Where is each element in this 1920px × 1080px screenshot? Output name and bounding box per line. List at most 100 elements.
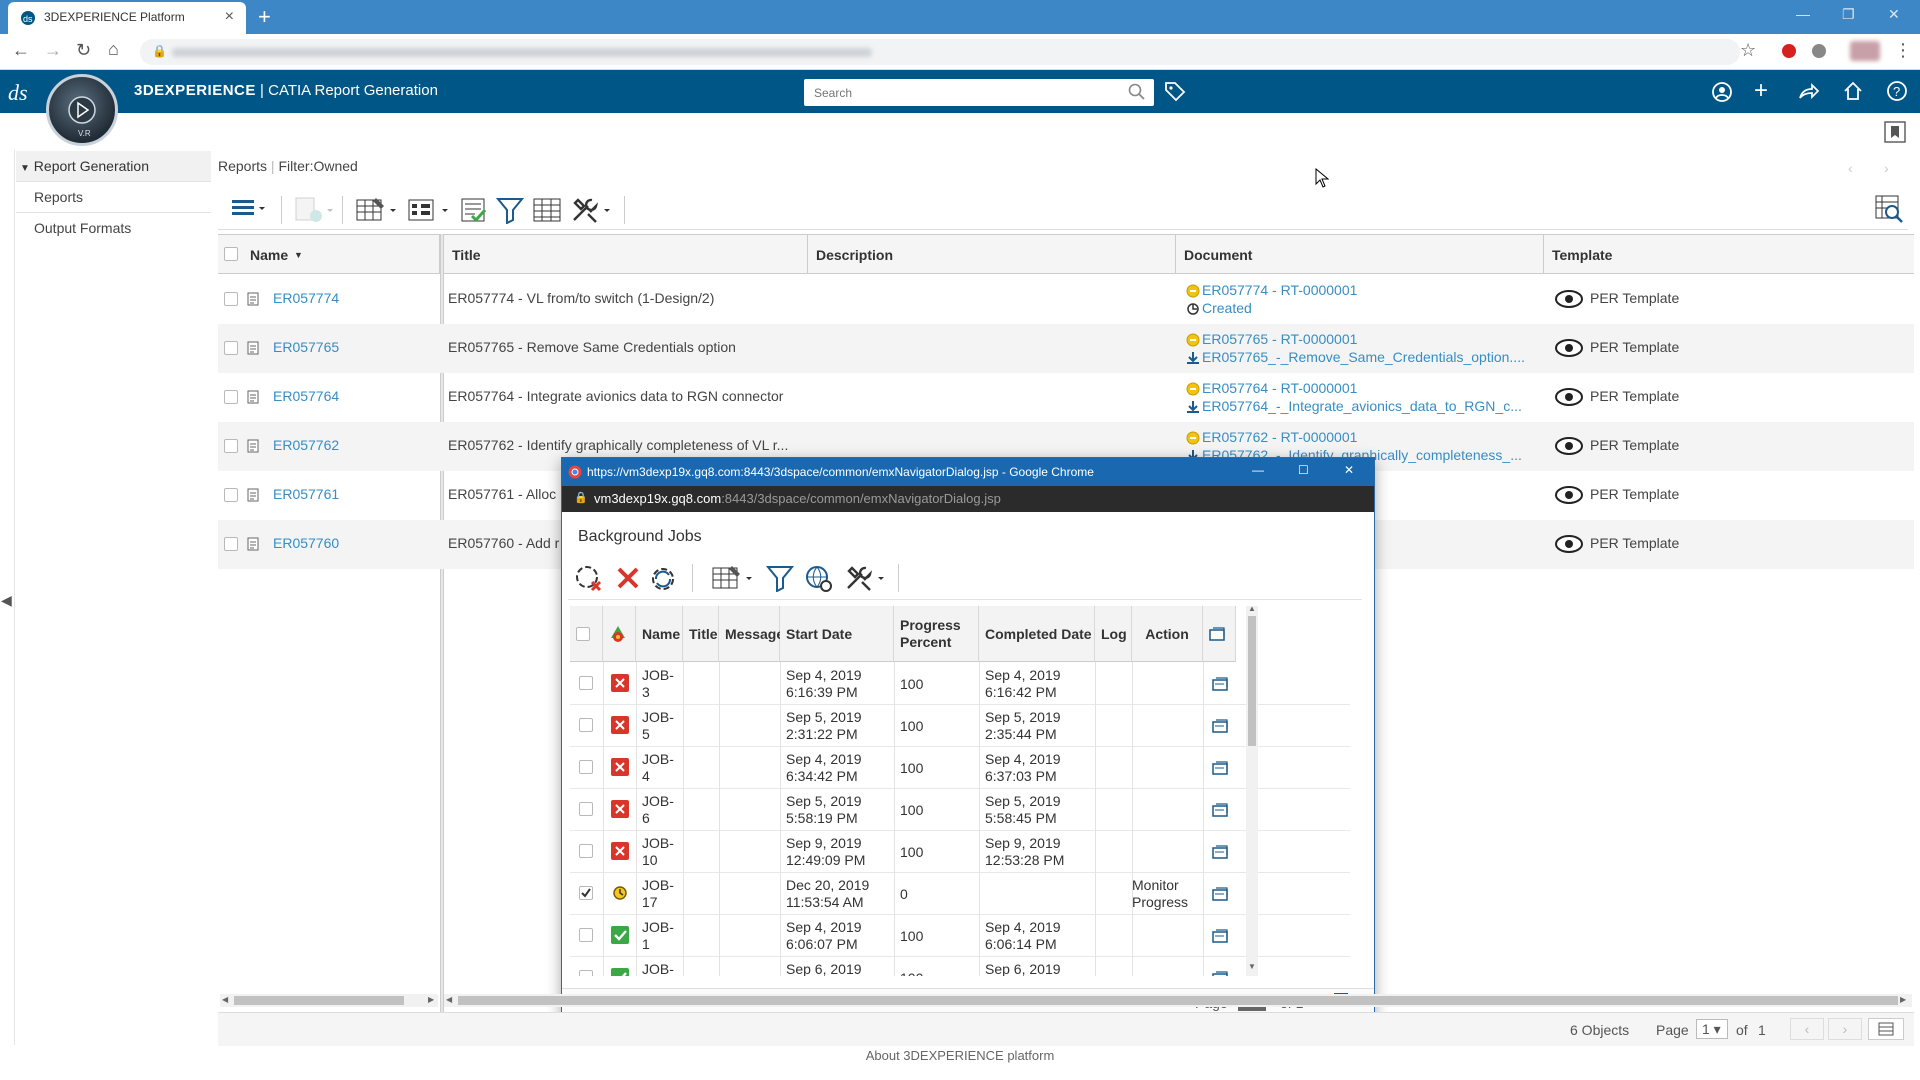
job-details-icon[interactable] bbox=[1212, 761, 1228, 775]
prev-icon[interactable]: ‹ bbox=[1848, 160, 1853, 176]
table-row[interactable]: ER057765 ER057765 - Remove Same Credentia… bbox=[218, 324, 1914, 373]
column-header-progress[interactable]: Progress Percent bbox=[894, 606, 979, 662]
ds-logo-icon[interactable]: ds bbox=[8, 78, 38, 106]
jobs-scrollbar[interactable]: ▲ ▼ bbox=[1246, 606, 1258, 976]
report-name-link[interactable]: ER057764 bbox=[273, 388, 339, 404]
profile-avatar[interactable] bbox=[1850, 41, 1880, 61]
row-checkbox[interactable] bbox=[224, 341, 238, 355]
row-checkbox[interactable] bbox=[224, 439, 238, 453]
job-name-link[interactable]: JOB- 4 bbox=[642, 751, 674, 785]
tools-icon[interactable] bbox=[844, 564, 888, 592]
job-checkbox[interactable] bbox=[579, 718, 593, 732]
delete-job-icon[interactable] bbox=[574, 564, 604, 594]
column-header-title[interactable]: Title bbox=[444, 234, 808, 274]
eye-icon[interactable] bbox=[1554, 485, 1584, 505]
home-icon[interactable]: ⌂ bbox=[108, 39, 119, 60]
browser-menu-icon[interactable]: ⋮ bbox=[1894, 40, 1912, 61]
row-checkbox[interactable] bbox=[224, 390, 238, 404]
job-row[interactable]: JOB- 5 Sep 5, 2019 2:31:22 PM 100 Sep 5, 2019… bbox=[570, 705, 1350, 747]
job-row[interactable]: JOB- 4 Sep 4, 2019 6:34:42 PM 100 Sep 4, 2019… bbox=[570, 747, 1350, 789]
table-row[interactable]: ER057764 ER057764 - Integrate avionics da… bbox=[218, 373, 1914, 422]
maximize-icon[interactable]: ❐ bbox=[1842, 6, 1855, 23]
job-checkbox[interactable] bbox=[579, 970, 593, 976]
close-window-icon[interactable]: ✕ bbox=[1888, 6, 1900, 23]
row-checkbox[interactable] bbox=[224, 488, 238, 502]
browser-tab[interactable]: ds 3DEXPERIENCE Platform × bbox=[8, 2, 246, 34]
minimize-icon[interactable]: — bbox=[1252, 463, 1264, 477]
collapse-left-panel-icon[interactable]: ◀ bbox=[1, 592, 12, 609]
search-box[interactable] bbox=[804, 79, 1154, 106]
column-header-document[interactable]: Document bbox=[1176, 234, 1544, 274]
bookmark-star-icon[interactable]: ☆ bbox=[1740, 40, 1756, 61]
search-icon[interactable] bbox=[1128, 83, 1146, 101]
eye-icon[interactable] bbox=[1554, 534, 1584, 554]
report-name-link[interactable]: ER057765 bbox=[273, 339, 339, 355]
filter-icon[interactable] bbox=[766, 564, 794, 592]
page-select[interactable]: 1 ▾ bbox=[1696, 1019, 1728, 1039]
forward-icon[interactable]: → bbox=[44, 40, 62, 61]
document-file-link[interactable]: ER057765_-_Remove_Same_Credentials_optio… bbox=[1202, 349, 1542, 365]
document-link[interactable]: ER057764 - RT-0000001 bbox=[1202, 380, 1542, 396]
job-name-link[interactable]: JOB- bbox=[642, 961, 674, 976]
menu-icon[interactable] bbox=[232, 196, 268, 220]
filter-label[interactable]: Filter:Owned bbox=[278, 158, 357, 174]
tools-icon[interactable] bbox=[570, 196, 614, 224]
job-name-link[interactable]: JOB- 1 bbox=[642, 919, 674, 953]
address-bar[interactable]: 🔒 bbox=[140, 39, 1740, 65]
select-all-checkbox[interactable] bbox=[224, 247, 238, 261]
user-profile-icon[interactable] bbox=[1711, 81, 1733, 103]
column-header-log[interactable]: Log bbox=[1095, 606, 1132, 662]
side-panel-toggle-icon[interactable] bbox=[1884, 121, 1906, 143]
close-window-icon[interactable]: ✕ bbox=[1344, 463, 1354, 477]
nav-reports[interactable]: Reports bbox=[16, 182, 211, 213]
column-header-action[interactable]: Action bbox=[1132, 606, 1203, 662]
job-row[interactable]: JOB- 1 Sep 4, 2019 6:06:07 PM 100 Sep 4, 2019… bbox=[570, 915, 1350, 957]
job-details-icon[interactable] bbox=[1212, 719, 1228, 733]
checklist-icon[interactable] bbox=[460, 196, 488, 224]
edit-table-icon[interactable] bbox=[712, 564, 756, 592]
compass-widget[interactable]: V.R bbox=[46, 74, 118, 146]
column-header-title[interactable]: Title bbox=[683, 606, 719, 662]
select-all-checkbox[interactable] bbox=[576, 626, 590, 641]
maximize-icon[interactable]: ☐ bbox=[1298, 463, 1309, 477]
job-name-link[interactable]: JOB- 17 bbox=[642, 877, 674, 911]
document-file-link[interactable]: Created bbox=[1202, 300, 1542, 316]
download-icon[interactable] bbox=[1186, 400, 1200, 414]
extension-icon[interactable] bbox=[1812, 44, 1826, 58]
document-link[interactable]: ER057774 - RT-0000001 bbox=[1202, 282, 1542, 298]
document-file-link[interactable]: ER057764_-_Integrate_avionics_data_to_RG… bbox=[1202, 398, 1542, 414]
job-details-icon[interactable] bbox=[1212, 929, 1228, 943]
row-checkbox[interactable] bbox=[224, 292, 238, 306]
next-page-icon[interactable]: › bbox=[1828, 1018, 1862, 1040]
job-details-icon[interactable] bbox=[1212, 803, 1228, 817]
report-name-link[interactable]: ER057774 bbox=[273, 290, 339, 306]
advanced-search-icon[interactable] bbox=[1874, 194, 1904, 224]
new-report-icon[interactable] bbox=[294, 196, 334, 224]
job-checkbox[interactable] bbox=[579, 886, 593, 900]
job-details-icon[interactable] bbox=[1212, 971, 1228, 976]
column-header-start-date[interactable]: Start Date bbox=[780, 606, 894, 662]
cancel-icon[interactable] bbox=[616, 566, 640, 590]
job-details-icon[interactable] bbox=[1212, 887, 1228, 901]
job-name-link[interactable]: JOB- 3 bbox=[642, 667, 674, 701]
extension-icon[interactable] bbox=[1782, 44, 1796, 58]
job-name-link[interactable]: JOB- 6 bbox=[642, 793, 674, 827]
job-details-icon[interactable] bbox=[1212, 845, 1228, 859]
reload-icon[interactable]: ↻ bbox=[76, 40, 91, 61]
back-icon[interactable]: ← bbox=[12, 40, 30, 61]
job-checkbox[interactable] bbox=[579, 802, 593, 816]
column-header-description[interactable]: Description bbox=[808, 234, 1176, 274]
tag-icon[interactable] bbox=[1164, 81, 1186, 101]
close-tab-icon[interactable]: × bbox=[225, 8, 234, 26]
eye-icon[interactable] bbox=[1554, 436, 1584, 456]
job-checkbox[interactable] bbox=[579, 844, 593, 858]
column-header-message[interactable]: Message bbox=[719, 606, 784, 662]
nav-output-formats[interactable]: Output Formats bbox=[16, 213, 211, 244]
report-name-link[interactable]: ER057761 bbox=[273, 486, 339, 502]
job-details-icon[interactable] bbox=[1212, 677, 1228, 691]
column-header-name[interactable]: Name bbox=[636, 606, 683, 662]
refresh-icon[interactable] bbox=[648, 564, 678, 594]
add-icon[interactable]: + bbox=[1754, 79, 1768, 103]
table-row[interactable]: ER057774 ER057774 - VL from/to switch (1-… bbox=[218, 275, 1914, 324]
column-layout-icon[interactable] bbox=[532, 196, 562, 224]
